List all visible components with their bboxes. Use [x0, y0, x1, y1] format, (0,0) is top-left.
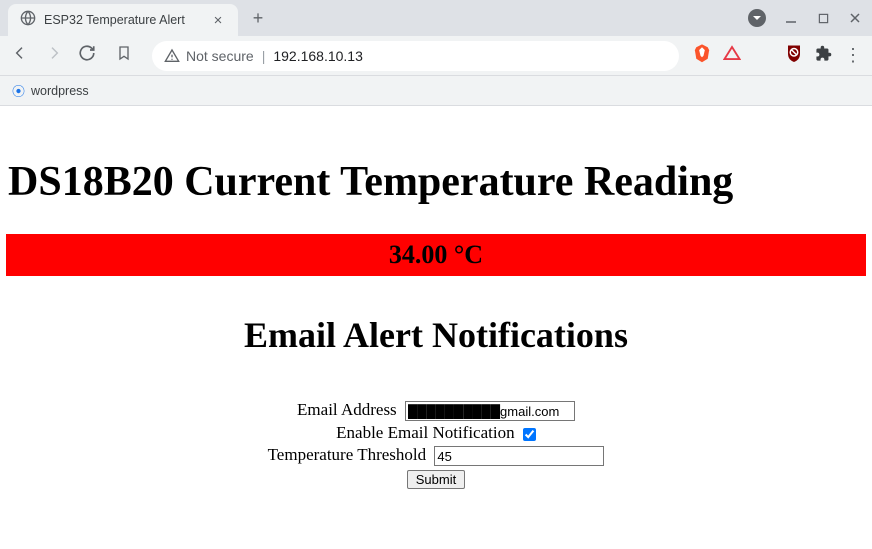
tab-bar: ESP32 Temperature Alert × +: [0, 0, 872, 36]
threshold-field[interactable]: [434, 446, 604, 466]
address-url: 192.168.10.13: [273, 48, 363, 64]
enable-checkbox[interactable]: [523, 428, 536, 441]
globe-icon: [20, 10, 36, 31]
wordpress-icon: ⦿: [12, 81, 25, 100]
address-bar[interactable]: Not secure | 192.168.10.13: [152, 41, 679, 71]
browser-tab[interactable]: ESP32 Temperature Alert ×: [8, 4, 238, 36]
brave-icon[interactable]: [693, 43, 711, 68]
page-title: DS18B20 Current Temperature Reading: [8, 158, 872, 206]
maximize-icon[interactable]: [816, 11, 830, 25]
email-field[interactable]: [405, 401, 575, 421]
extension-icons: ⋮: [693, 43, 862, 68]
security-warning[interactable]: Not secure: [164, 48, 254, 64]
warning-icon: [164, 48, 180, 64]
back-icon[interactable]: [10, 45, 30, 66]
threshold-label: Temperature Threshold: [268, 445, 427, 464]
window-close-icon[interactable]: [848, 11, 862, 25]
ublock-icon[interactable]: [785, 43, 803, 68]
forward-icon: [44, 45, 64, 66]
window-controls: [748, 9, 872, 27]
menu-icon[interactable]: ⋮: [844, 45, 862, 66]
bookmarks-bar: ⦿ wordpress: [0, 76, 872, 106]
browser-chrome: ESP32 Temperature Alert × +: [0, 0, 872, 106]
new-tab-button[interactable]: +: [244, 4, 272, 32]
temperature-reading: 34.00 °C: [6, 234, 866, 276]
alert-form: Email Address Enable Email Notification …: [0, 400, 872, 489]
toolbar: Not secure | 192.168.10.13 ⋮: [0, 36, 872, 76]
profile-icon[interactable]: [748, 9, 766, 27]
bookmark-link[interactable]: wordpress: [31, 84, 89, 98]
page-content: DS18B20 Current Temperature Reading 34.0…: [0, 106, 872, 489]
email-label: Email Address: [297, 400, 397, 419]
minimize-icon[interactable]: [784, 11, 798, 25]
reload-icon[interactable]: [78, 44, 96, 67]
submit-button[interactable]: Submit: [407, 470, 465, 489]
enable-label: Enable Email Notification: [336, 423, 514, 442]
extensions-icon[interactable]: [815, 45, 832, 67]
address-separator: |: [262, 48, 266, 64]
security-label: Not secure: [186, 48, 254, 64]
tab-title: ESP32 Temperature Alert: [44, 13, 202, 27]
alerts-heading: Email Alert Notifications: [0, 314, 872, 356]
bat-icon[interactable]: [723, 45, 741, 66]
bookmark-icon[interactable]: [116, 45, 132, 66]
close-icon[interactable]: ×: [210, 12, 226, 28]
